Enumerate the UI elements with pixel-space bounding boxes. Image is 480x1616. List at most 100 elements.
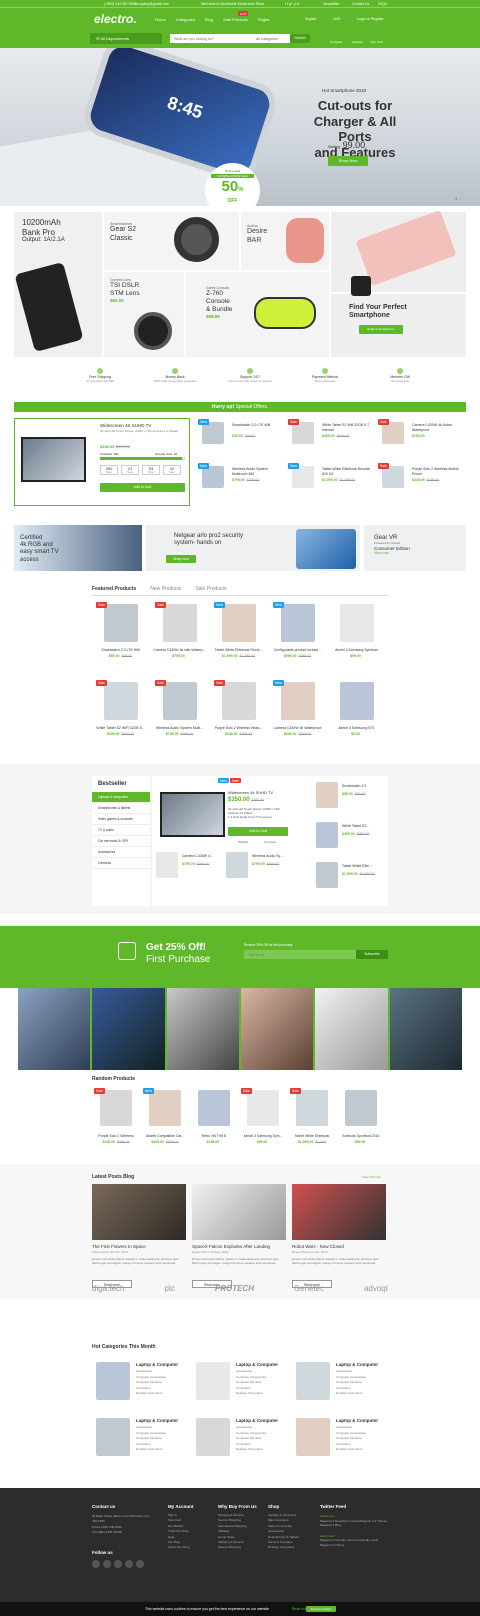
gallery-photo[interactable] xyxy=(389,988,462,1070)
bestseller-product-name[interactable]: White Tablet S2... xyxy=(342,824,382,829)
hot-category-card[interactable]: Laptop & Computer Accessories Computer Acc… xyxy=(292,1412,390,1466)
hot-category-link[interactable]: Computer Accessories xyxy=(336,1431,366,1436)
brand-advoqt[interactable]: advoqt xyxy=(364,1284,388,1293)
search-button[interactable]: Search xyxy=(290,34,310,43)
favorite-link[interactable]: Favorite xyxy=(352,40,363,44)
featured-product-card[interactable]: Sale Camera C430W 4k with Waterp... $799.0… xyxy=(151,600,208,674)
hero-shop-button[interactable]: Shop Now xyxy=(328,156,368,166)
featured-product-name[interactable]: Aimiel 3 Samsung NTC xyxy=(328,726,385,731)
hot-category-link[interactable]: Desktop Computers xyxy=(236,1391,263,1396)
featured-product-card[interactable]: Sale White Tablet S2 WiFi 32GB 9... $499.0… xyxy=(92,678,149,752)
bestseller-product-name[interactable]: Camera C430W 4... xyxy=(182,854,222,859)
featured-product-card[interactable]: Aimiel 3 Samsung Symbian $99.00 xyxy=(328,600,385,674)
gallery-photo[interactable] xyxy=(92,988,165,1070)
bestseller-product-card[interactable]: Tablet White Elite... $1,599.00 $1,999.00 xyxy=(312,858,384,898)
subscribe-button[interactable]: Subscribe xyxy=(356,950,388,959)
gearvr-view-button[interactable]: View now xyxy=(374,551,410,555)
deal-name[interactable]: Widescreen 4K SUHD TV xyxy=(100,423,151,428)
promo-z760[interactable]: Game Console Z-760 Console & Bundle $99.… xyxy=(186,272,329,357)
special-product-name[interactable]: Camera C430W 4k Action Waterproof xyxy=(412,423,462,432)
hot-category-link[interactable]: Computer Monitors xyxy=(236,1436,262,1441)
blog-post-image[interactable] xyxy=(192,1184,286,1240)
account-link[interactable]: Login or Register xyxy=(357,17,384,21)
random-product-card[interactable]: New Abarth Compatible Car... $499.00 $599.0… xyxy=(141,1086,189,1156)
hot-category-card[interactable]: Laptop & Computer Accessories Computer Acc… xyxy=(292,1356,390,1410)
bs-main-name[interactable]: Widescreen 4k SUHD TV xyxy=(228,790,273,795)
featured-product-card[interactable]: Aimiel 3 Samsung NTC $5.00 xyxy=(328,678,385,752)
brand-protech[interactable]: PROTECH xyxy=(215,1284,254,1293)
nav-home[interactable]: Home xyxy=(155,17,166,22)
hot-category-link[interactable]: Computer Monitors xyxy=(236,1380,262,1385)
special-product-name[interactable]: Wireless Audio System Multiroom 360 xyxy=(232,467,282,476)
hot-category-title[interactable]: Laptop & Computer xyxy=(236,1362,278,1368)
bestseller-category[interactable]: Video games & consoles xyxy=(92,814,150,825)
hot-category-link[interactable]: Computer Accessories xyxy=(236,1375,266,1380)
gallery-photo[interactable] xyxy=(315,988,388,1070)
featured-product-name[interactable]: Aimiel 3 Samsung Symbian xyxy=(328,648,385,653)
featured-product-card[interactable]: Sale Wireless Audio System Multi... $799.0… xyxy=(151,678,208,752)
hot-category-link[interactable]: Desktop Computers xyxy=(136,1391,163,1396)
hot-category-link[interactable]: Computer Monitors xyxy=(136,1436,162,1441)
nav-pages[interactable]: Pages xyxy=(258,17,269,22)
bestseller-category[interactable]: Car electronic & GPS xyxy=(92,836,150,847)
google-icon[interactable] xyxy=(114,1560,122,1568)
special-product-name[interactable]: Purple Solo 2 Wireless Mobile Phone xyxy=(412,467,462,476)
hot-category-link[interactable]: Computer Accessories xyxy=(236,1431,266,1436)
hot-category-link[interactable]: Desktop Computers xyxy=(236,1447,263,1452)
hot-category-link[interactable]: Desktop Computers xyxy=(136,1447,163,1452)
logo[interactable]: electro. xyxy=(94,12,137,26)
hot-category-card[interactable]: Laptop & Computer Accessories Computer Acc… xyxy=(192,1412,290,1466)
promo-powerbank[interactable]: 10200mAh Bank Pro Output: 1A/2.1A xyxy=(14,212,102,357)
bs-add-to-cart[interactable]: Add to Cart xyxy=(228,827,288,836)
hot-category-link[interactable]: Accessories xyxy=(236,1369,252,1374)
gallery-photo[interactable] xyxy=(166,988,239,1070)
blog-post-image[interactable] xyxy=(92,1184,186,1240)
explore-smartphone-button[interactable]: Explore Smartphone xyxy=(359,325,403,334)
hot-category-link[interactable]: Desktop Computers xyxy=(336,1391,363,1396)
hot-category-title[interactable]: Laptop & Computer xyxy=(136,1418,178,1424)
nav-sale[interactable]: Sale Products xyxy=(223,17,248,22)
gallery-photo[interactable] xyxy=(240,988,314,1070)
deal-add-to-cart[interactable]: Add to Cart xyxy=(100,483,185,492)
special-product-card[interactable]: Sale White Tablet S2 Wifi 32GB 9.7 Intern… xyxy=(286,418,374,460)
hot-category-link[interactable]: Computers xyxy=(336,1386,351,1391)
special-product-card[interactable]: New Tablet White Elitebook Revolve 810 G2… xyxy=(286,462,374,504)
featured-product-card[interactable]: New Configurable product include... $999.0… xyxy=(269,600,326,674)
hot-category-title[interactable]: Laptop & Computer xyxy=(336,1418,378,1424)
featured-product-name[interactable]: Smartwatch 2.0 LTE Wifi xyxy=(92,648,149,653)
special-product-card[interactable]: Sale Camera C430W 4k Action Waterproof $79… xyxy=(376,418,464,460)
twitter-icon[interactable] xyxy=(103,1560,111,1568)
special-product-card[interactable]: Sale Purple Solo 2 Wireless Mobile Phone $… xyxy=(376,462,464,504)
blog-post-title[interactable]: Robot Wars - Now Closed xyxy=(292,1244,344,1250)
lang-select[interactable]: English xyxy=(305,17,316,21)
promo-lens[interactable]: Camera Lens TSI DSLR STM Lens $60.00 xyxy=(104,272,184,357)
cookie-accept-button[interactable]: Accept Cookies xyxy=(306,1605,336,1612)
random-product-card[interactable]: Sale Purple Solo 2 Wireless $248.00 $298.00 xyxy=(92,1086,140,1156)
hot-category-link[interactable]: Computer Monitors xyxy=(336,1436,362,1441)
featured-product-card[interactable]: Sale Smartwatch 2.0 LTE Wifi $55.00 $99.00 xyxy=(92,600,149,674)
hot-category-link[interactable]: Computer Accessories xyxy=(336,1375,366,1380)
faq-link[interactable]: FAQs xyxy=(378,2,387,6)
bestseller-category[interactable]: Accessories xyxy=(92,847,150,858)
departments-button[interactable]: ☰ All Departments xyxy=(90,33,162,44)
featured-product-card[interactable]: Sale Purple Solo 2 Wireless Head... $248.0… xyxy=(210,678,267,752)
blog-post-title[interactable]: SpaceX Falcon Explodes After Landing xyxy=(192,1244,270,1250)
hot-category-card[interactable]: Laptop & Computer Accessories Computer Acc… xyxy=(92,1356,190,1410)
hot-category-link[interactable]: Accessories xyxy=(136,1425,152,1430)
featured-product-card[interactable]: New Tablet White Elitebook Revol... $1,999… xyxy=(210,600,267,674)
random-product-name[interactable]: Aimiel 3 Samsung Sym... xyxy=(239,1134,287,1139)
featured-product-name[interactable]: Camera C430W 4k with Waterp... xyxy=(151,648,208,653)
special-product-card[interactable]: New Wireless Audio System Multiroom 360 $7… xyxy=(196,462,284,504)
bestseller-product-name[interactable]: Tablet White Elite... xyxy=(342,864,382,869)
featured-product-name[interactable]: Tablet White Elitebook Revol... xyxy=(210,648,267,653)
hot-category-link[interactable]: Computers xyxy=(236,1442,251,1447)
facebook-icon[interactable] xyxy=(92,1560,100,1568)
special-product-card[interactable]: New Smartwatch 2.0 LTE Wifi $55.00 $99.00 xyxy=(196,418,284,460)
random-product-card[interactable]: Sale Aimiel 3 Samsung Sym... $99.00 xyxy=(239,1086,287,1156)
banner-netgear[interactable]: Netgear arlo pro2 security system- hands … xyxy=(146,525,360,571)
banner-tv[interactable]: Certified 4k RGB and easy smart TV access xyxy=(14,525,142,571)
hot-category-link[interactable]: Accessories xyxy=(236,1425,252,1430)
pinterest-icon[interactable] xyxy=(125,1560,133,1568)
hot-category-link[interactable]: Computers xyxy=(336,1442,351,1447)
brand-diga[interactable]: diga.tech xyxy=(92,1284,124,1293)
